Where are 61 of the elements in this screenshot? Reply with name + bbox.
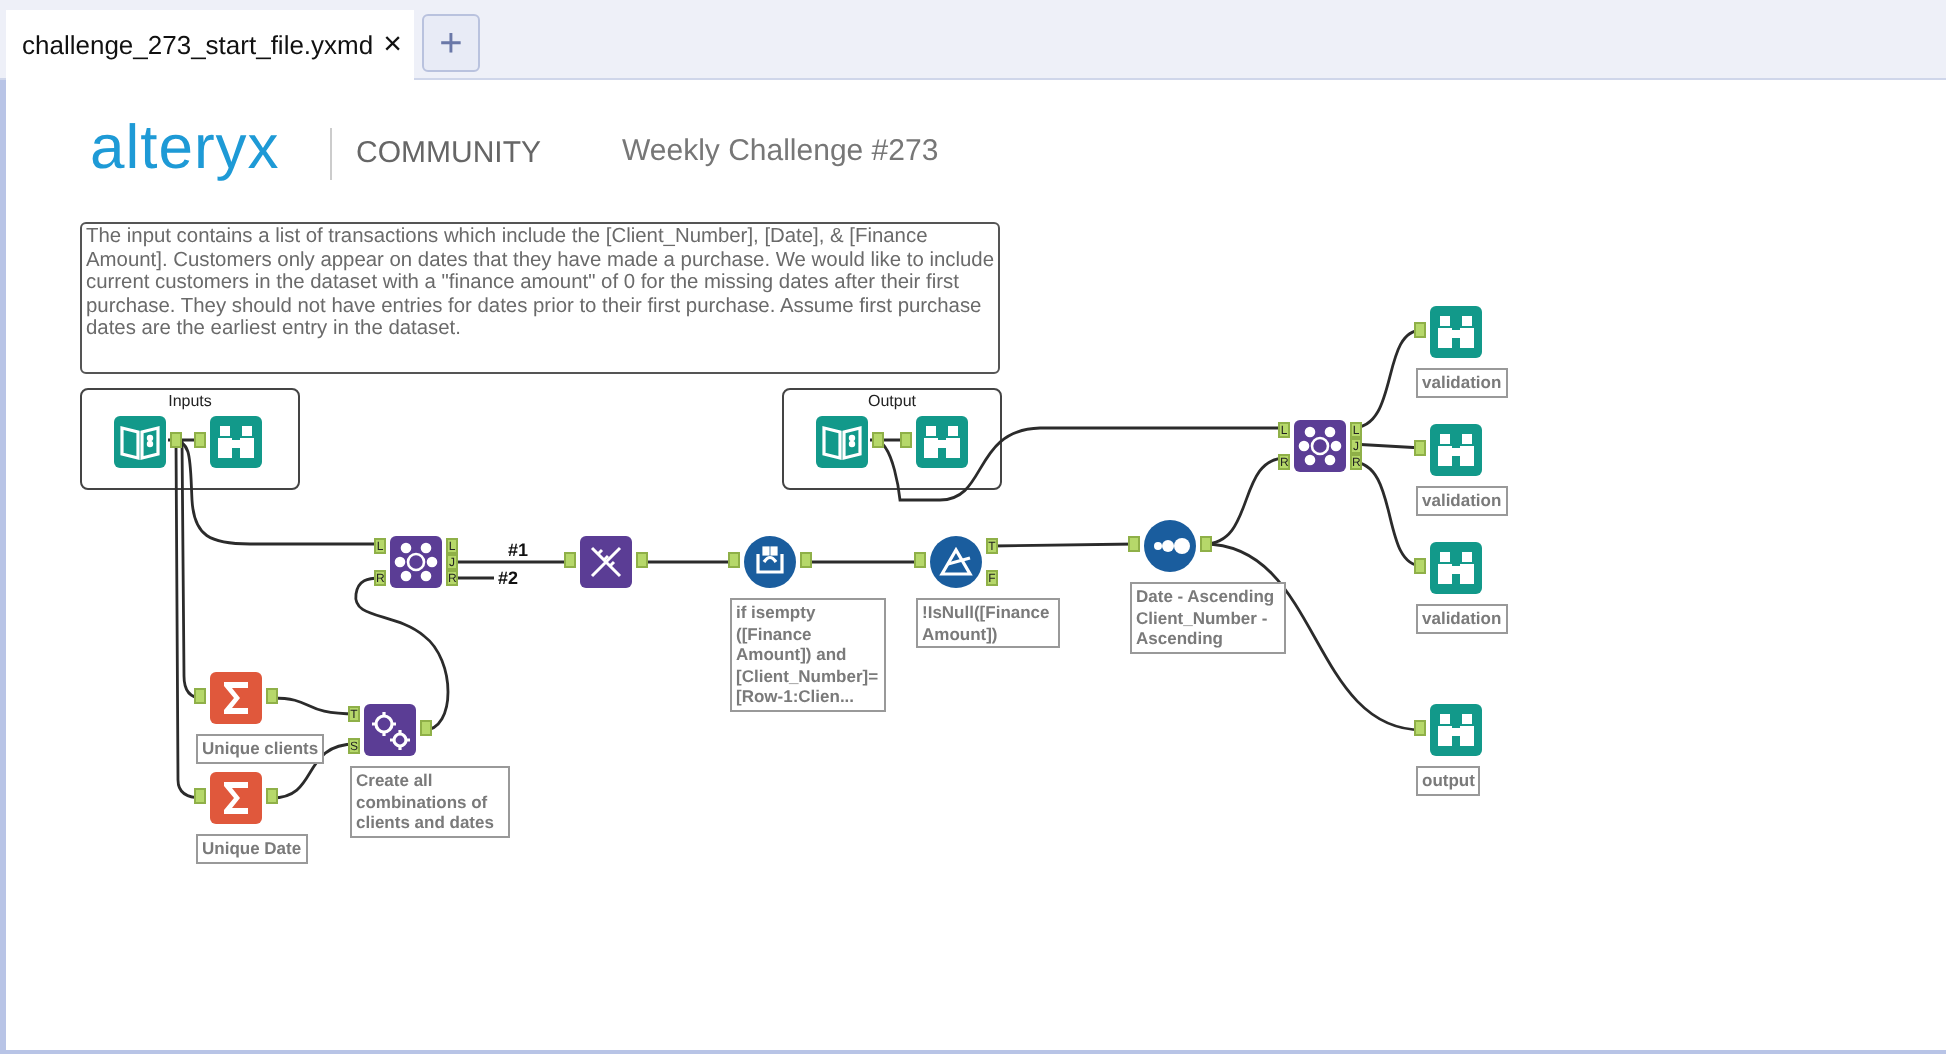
join-tool-icon[interactable]: [390, 536, 442, 588]
tool-annotation: Unique Date: [196, 834, 308, 863]
output-anchor[interactable]: [420, 720, 432, 736]
input-anchor[interactable]: [1414, 558, 1426, 574]
input-anchor[interactable]: [1414, 322, 1426, 338]
connection-label: #1: [508, 540, 529, 560]
browse-tool-icon[interactable]: [1430, 542, 1482, 594]
input-anchor[interactable]: [900, 432, 912, 448]
container-title: Output: [865, 392, 918, 410]
browse-tool-icon[interactable]: [1430, 424, 1482, 476]
input-anchor[interactable]: [194, 432, 206, 448]
output-anchor[interactable]: [800, 552, 812, 568]
output-anchor[interactable]: [170, 432, 182, 448]
tool-annotation: !IsNull([Finance Amount]): [916, 598, 1060, 648]
tool-annotation: validation: [1416, 486, 1508, 515]
input-anchor[interactable]: [1414, 440, 1426, 456]
sort-tool-icon[interactable]: [1144, 520, 1196, 572]
tool-annotation: output: [1416, 766, 1481, 795]
new-tab-button[interactable]: +: [422, 14, 480, 72]
tab-label[interactable]: challenge_273_start_file.yxmd: [22, 30, 374, 60]
filter-tool-icon[interactable]: [930, 536, 982, 588]
comment-box: The input contains a list of transactions which include the [Client_Number], [Date], & [Finance Amount]. Customers only appear on dates that they have made a purchase. We would like to include current customers in the dataset with a "finance amount" of 0 for the missing dates after their first purchase. They should not have entries for dates prior to their first purchase. Assume first purchase dates are the earliest entry in the dataset.: [80, 222, 1000, 374]
input-anchor[interactable]: [1414, 720, 1426, 736]
input-anchor[interactable]: [1128, 536, 1140, 552]
summarize-tool-icon[interactable]: [210, 672, 262, 724]
summarize-tool-icon[interactable]: [210, 772, 262, 824]
tool-container[interactable]: [782, 388, 1002, 490]
select-tool-icon[interactable]: [580, 536, 632, 588]
browse-tool-icon[interactable]: [916, 416, 968, 468]
output-anchor[interactable]: [872, 432, 884, 448]
tool-annotation: Create all combinations of clients and dates: [350, 766, 510, 837]
output-anchor[interactable]: [266, 688, 278, 704]
input-anchor[interactable]: [194, 788, 206, 804]
browse-tool-icon[interactable]: [1430, 306, 1482, 358]
output-anchor[interactable]: [1200, 536, 1212, 552]
input-anchor[interactable]: [728, 552, 740, 568]
tool-annotation: Date - Ascending Client_Number - Ascending: [1130, 582, 1286, 653]
tool-annotation: if isempty ([Finance Amount]) and [Client_Number]= [Row-1:Clien...: [730, 598, 886, 711]
output-anchor[interactable]: [266, 788, 278, 804]
connection-label: #2: [498, 568, 519, 588]
output-anchor[interactable]: [636, 552, 648, 568]
tool-annotation: validation: [1416, 604, 1508, 633]
container-title: Inputs: [166, 392, 214, 410]
tool-container[interactable]: [80, 388, 300, 490]
file-tab[interactable]: challenge_273_start_file.yxmd ×: [6, 10, 414, 80]
append-tool-icon[interactable]: [364, 704, 416, 756]
input-tool-icon[interactable]: [114, 416, 166, 468]
join-tool-icon[interactable]: [1294, 420, 1346, 472]
tool-annotation: Unique clients: [196, 734, 325, 763]
input-anchor[interactable]: [914, 552, 926, 568]
multirow-tool-icon[interactable]: [744, 536, 796, 588]
logo: alteryx: [90, 112, 280, 184]
browse-tool-icon[interactable]: [210, 416, 262, 468]
input-anchor[interactable]: [194, 688, 206, 704]
brand-label: COMMUNITY: [330, 128, 541, 180]
close-icon[interactable]: ×: [383, 27, 402, 63]
tool-annotation: validation: [1416, 368, 1508, 397]
input-tool-icon[interactable]: [816, 416, 868, 468]
browse-tool-icon[interactable]: [1430, 704, 1482, 756]
input-anchor[interactable]: [564, 552, 576, 568]
challenge-title: Weekly Challenge #273: [622, 134, 939, 168]
